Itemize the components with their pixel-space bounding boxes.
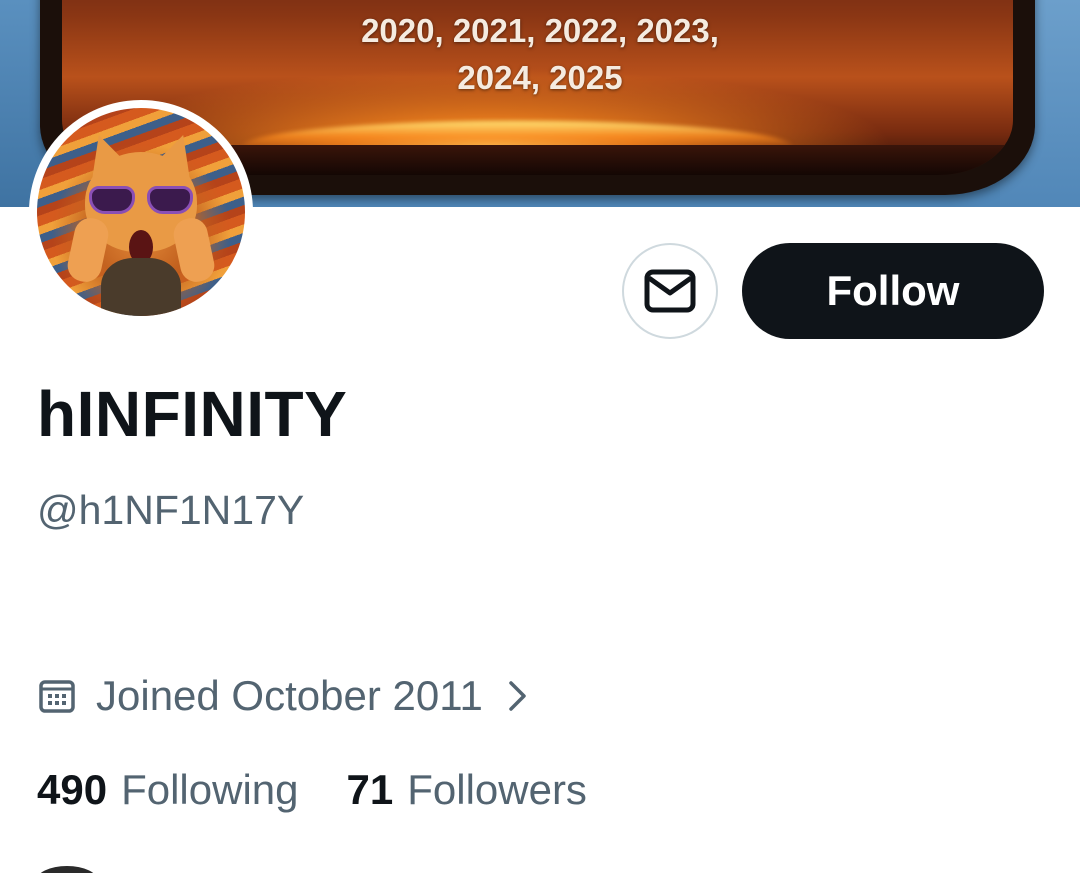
user-handle: @h1NF1N17Y [37,487,305,533]
banner-text-line-1: 2020, 2021, 2022, 2023, [361,12,719,49]
message-button[interactable] [622,243,718,339]
avatar-image [37,108,245,316]
follow-button[interactable]: Follow [742,243,1044,339]
chevron-right-icon [507,680,529,712]
followers-link[interactable]: 71 Followers [347,766,587,814]
mail-icon [644,269,696,313]
calendar-icon [38,676,78,716]
banner-text-line-2: 2024, 2025 [457,59,623,96]
followers-label: Followers [407,766,587,813]
avatar[interactable] [29,100,253,324]
joined-date-text: Joined October 2011 [96,672,483,719]
display-name: hINFINITY [37,378,348,450]
following-count: 490 [37,766,108,813]
followers-count: 71 [346,766,394,813]
follow-stats: 490 Following 71 Followers [37,763,587,817]
following-link[interactable]: 490 Following [37,766,299,814]
avatar-sunglasses [89,186,193,214]
followed-by-avatar-peek [36,866,98,873]
joined-date-row[interactable]: Joined October 2011 [38,671,529,721]
avatar-cat-body [101,258,181,316]
banner-fire-line [242,121,793,147]
following-label: Following [121,766,299,813]
